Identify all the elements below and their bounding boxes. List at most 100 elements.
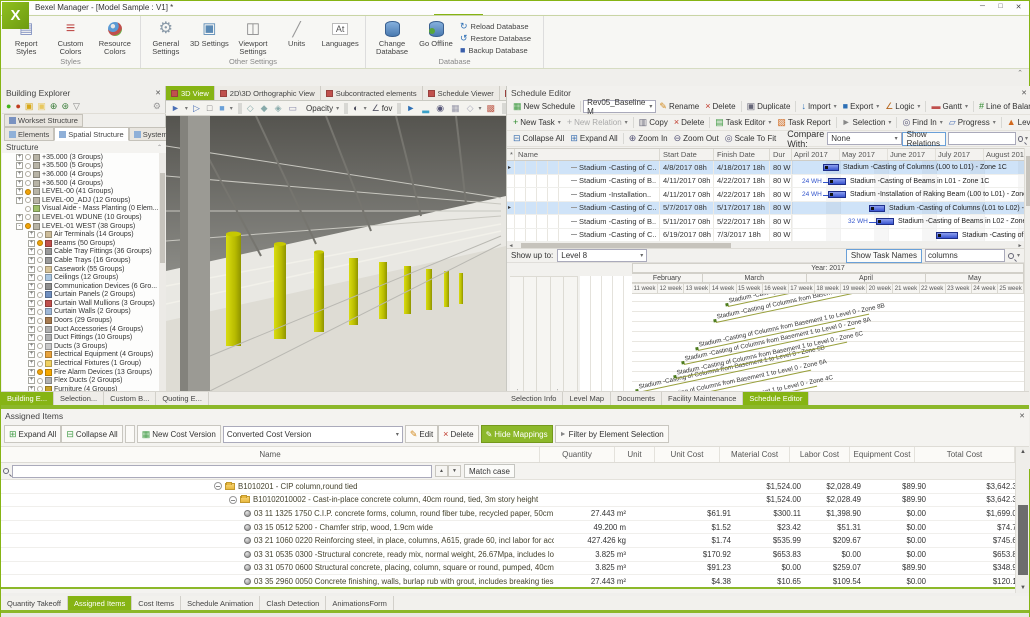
tree-visibility-radio[interactable] xyxy=(25,163,31,169)
gantt-bar[interactable] xyxy=(876,218,894,225)
tree-item[interactable]: + +35.500 (5 Groups) xyxy=(2,162,159,171)
tree-visibility-radio[interactable] xyxy=(37,257,43,263)
left-panel-tab[interactable]: Selection... xyxy=(54,392,104,405)
assigned-item-row[interactable]: 03 15 0512 5200 - Chamfer strip, wood, 1… xyxy=(1,521,1029,535)
task-duration-cell[interactable]: 80 W xyxy=(770,161,792,174)
task-duration-cell[interactable]: 80 W xyxy=(770,202,792,215)
filter-by-element-selection-button[interactable]: ►Filter by Element Selection xyxy=(555,425,669,443)
close-icon[interactable]: ✕ xyxy=(155,89,161,97)
find-in-button[interactable]: ◎Find In xyxy=(899,116,945,130)
tree-expander-icon[interactable]: + xyxy=(28,257,35,264)
item-name-cell[interactable]: 03 21 1060 0220 Reinforcing steel, in pl… xyxy=(1,534,554,547)
settings-gear-icon[interactable]: ⚙ xyxy=(153,101,161,112)
task-finish-cell[interactable]: 5/17/2017 18h xyxy=(714,202,770,215)
viewport-tab[interactable]: 3D View xyxy=(166,86,215,100)
new-relation-button[interactable]: +New Relation xyxy=(564,116,631,130)
close-icon[interactable]: ✕ xyxy=(1021,89,1027,97)
explorer-tab[interactable]: Spatial Structure xyxy=(54,127,128,141)
tree-item[interactable]: + +35.000 (3 Groups) xyxy=(2,153,159,162)
tree-expander-icon[interactable]: + xyxy=(28,334,35,341)
lob-search-input[interactable] xyxy=(925,249,1005,262)
left-panel-tab[interactable]: Building E... xyxy=(1,392,54,405)
new-cost-version-button[interactable]: ▦New Cost Version xyxy=(137,425,221,443)
search-prev-icon[interactable]: ▲ xyxy=(435,465,448,477)
hide-selected-icon[interactable]: ● xyxy=(15,101,20,111)
tree-expander-icon[interactable]: + xyxy=(16,188,23,195)
logic-button[interactable]: ∠Logic xyxy=(882,100,923,114)
task-finish-cell[interactable]: 5/22/2017 18h xyxy=(714,215,770,228)
assigned-item-row[interactable]: 03 31 0570 0600 Structural concrete, pla… xyxy=(1,562,1029,576)
terrain-tool[interactable]: ▂ xyxy=(420,101,433,115)
tree-expander-icon[interactable]: + xyxy=(16,197,23,204)
palette-tool[interactable]: ▩ xyxy=(485,101,500,115)
column-header-finish-date[interactable]: Finish Date xyxy=(714,149,770,160)
select-tool[interactable]: ► xyxy=(169,101,190,115)
row-expander-icon[interactable] xyxy=(214,482,222,490)
gantt-bar[interactable] xyxy=(828,178,846,185)
show-relations-button[interactable]: Show Relations xyxy=(902,132,947,146)
units-button[interactable]: Units xyxy=(276,19,318,48)
show-hexagon-tool[interactable]: ◈ xyxy=(273,101,286,115)
viewport-tab[interactable]: 2D\3D Orthographic View xyxy=(215,86,321,100)
column-header-equipment-cost[interactable]: Equipment Cost xyxy=(850,447,915,462)
tree-visibility-radio[interactable] xyxy=(37,283,43,289)
column-header-labor-cost[interactable]: Labor Cost xyxy=(790,447,850,462)
task-start-cell[interactable]: 5/7/2017 08h xyxy=(660,202,714,215)
assigned-item-row[interactable]: B10102010002 - Cast-in-place concrete co… xyxy=(1,494,1029,508)
isolate-hexagon-tool[interactable]: ◇ xyxy=(245,101,258,115)
task-finish-cell[interactable]: 4/22/2017 18h xyxy=(714,188,770,201)
tree-visibility-radio[interactable] xyxy=(25,197,31,203)
general-settings-button[interactable]: General Settings xyxy=(145,19,187,56)
custom-colors-button[interactable]: Custom Colors xyxy=(49,19,91,56)
export-button[interactable]: ■Export xyxy=(840,100,883,114)
tree-expander-icon[interactable]: + xyxy=(28,317,35,324)
tree-item[interactable]: + Duct Fittings (10 Groups) xyxy=(2,333,159,342)
zoom-out-button[interactable]: ⊖Zoom Out xyxy=(671,132,722,146)
bottom-tab[interactable]: Schedule Animation xyxy=(181,596,260,610)
tree-item[interactable]: + Curtain Wall Mullions (3 Groups) xyxy=(2,299,159,308)
tree-visibility-radio[interactable] xyxy=(25,154,31,160)
lock-icon[interactable]: ▣ xyxy=(25,101,34,112)
tree-item[interactable]: + Air Terminals (14 Groups) xyxy=(2,230,159,239)
diamond-tool[interactable]: ◇ xyxy=(465,101,484,115)
tree-scrollbar[interactable] xyxy=(159,153,166,391)
assigned-vertical-scrollbar[interactable]: ▲ ▼ xyxy=(1015,447,1029,593)
edit-button[interactable]: ✎Edit xyxy=(405,425,438,443)
assigned-item-row[interactable]: 03 35 2960 0050 Concrete finishing, wall… xyxy=(1,575,1029,589)
walk-mode-tool[interactable]: ► xyxy=(404,101,419,115)
tree-item[interactable]: + +36.500 (4 Groups) xyxy=(2,179,159,188)
tree-visibility-radio[interactable] xyxy=(37,326,43,332)
isolate-visible-icon[interactable]: ● xyxy=(6,101,11,111)
scale-to-fit-button[interactable]: ◎Scale To Fit xyxy=(722,132,780,146)
column-header-name[interactable]: Name xyxy=(1,447,540,462)
column-header-unit[interactable]: Unit xyxy=(615,447,655,462)
bottom-tab[interactable]: Clash Detection xyxy=(260,596,326,610)
search-options-caret-icon[interactable]: ▾ xyxy=(1017,252,1020,259)
restore-database-button[interactable]: ↺ Restore Database xyxy=(460,33,531,44)
right-panel-tab[interactable]: Facility Maintenance xyxy=(662,392,743,405)
select-group-icon[interactable]: ⊕ xyxy=(50,101,58,112)
search-next-icon[interactable]: ▼ xyxy=(448,465,461,477)
line-of-balance-button[interactable]: #Line of Balance xyxy=(976,100,1030,114)
tree-visibility-radio[interactable] xyxy=(37,249,43,255)
assigned-item-row[interactable]: 03 11 1325 1750 C.I.P. concrete forms, c… xyxy=(1,507,1029,521)
right-panel-tab[interactable]: Selection Info xyxy=(505,392,563,405)
task-name-cell[interactable]: Stadium -Casting of C.. xyxy=(515,202,660,215)
cost-version-select[interactable]: Converted Cost Version xyxy=(223,426,403,443)
task-start-cell[interactable]: 5/11/2017 08h xyxy=(660,215,714,228)
task-finish-cell[interactable]: 7/3/2017 18h xyxy=(714,229,770,242)
item-name-cell[interactable]: 03 35 2960 0050 Concrete finishing, wall… xyxy=(1,575,554,588)
new-schedule-button[interactable]: ▦New Schedule xyxy=(510,100,578,114)
leveling-button[interactable]: ▲Leveling xyxy=(1004,116,1030,130)
close-icon[interactable]: ✕ xyxy=(1019,412,1025,420)
tree-visibility-radio[interactable] xyxy=(25,189,31,195)
left-panel-tab[interactable]: Custom B... xyxy=(104,392,156,405)
bottom-tab[interactable]: Cost Items xyxy=(132,596,181,610)
progress-button[interactable]: ▱Progress xyxy=(946,116,999,130)
select-elements-icon[interactable]: ⊛ xyxy=(61,101,69,112)
task-finish-cell[interactable]: 4/22/2017 18h xyxy=(714,175,770,188)
task-name-cell[interactable]: Stadium -Casting of C.. xyxy=(515,161,660,174)
schedule-task-row[interactable]: Stadium -Casting of B.. 5/11/2017 08h 5/… xyxy=(507,215,1024,229)
expand-all-button[interactable]: ⊞Expand All xyxy=(4,425,61,443)
tree-visibility-radio[interactable] xyxy=(37,378,43,384)
